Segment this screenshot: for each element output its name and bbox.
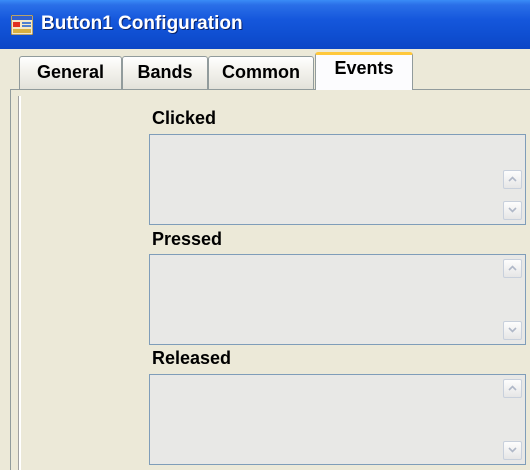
tab-events[interactable]: Events: [315, 52, 413, 90]
chevron-up-icon: [508, 265, 517, 271]
chevron-down-icon: [508, 447, 517, 453]
tab-general[interactable]: General: [19, 56, 122, 89]
chevron-up-icon: [508, 176, 517, 182]
panel-divider: [18, 96, 21, 470]
tab-label: Common: [222, 62, 300, 82]
tab-bands[interactable]: Bands: [122, 56, 208, 89]
released-label: Released: [152, 348, 232, 368]
pressed-label: Pressed: [152, 229, 223, 249]
title-bar[interactable]: Button1 Configuration: [0, 0, 530, 49]
scroll-up-button[interactable]: [503, 259, 522, 278]
scroll-down-button[interactable]: [503, 321, 522, 340]
chevron-down-icon: [508, 327, 517, 333]
clicked-label: Clicked: [152, 108, 217, 128]
scroll-up-button[interactable]: [503, 170, 522, 189]
tab-label: Bands: [137, 62, 193, 82]
window-title: Button1 Configuration: [41, 13, 243, 34]
released-event-textarea[interactable]: [149, 374, 526, 465]
pressed-event-textarea[interactable]: [149, 254, 526, 345]
clicked-event-textarea[interactable]: [149, 134, 526, 225]
scroll-up-button[interactable]: [503, 379, 522, 398]
chevron-down-icon: [508, 207, 517, 213]
tab-label: General: [36, 62, 105, 82]
chevron-up-icon: [508, 385, 517, 391]
tab-label: Events: [334, 58, 394, 78]
app-window-icon: [11, 15, 33, 35]
scroll-down-button[interactable]: [503, 201, 522, 220]
scroll-down-button[interactable]: [503, 441, 522, 460]
tab-common[interactable]: Common: [208, 56, 314, 89]
